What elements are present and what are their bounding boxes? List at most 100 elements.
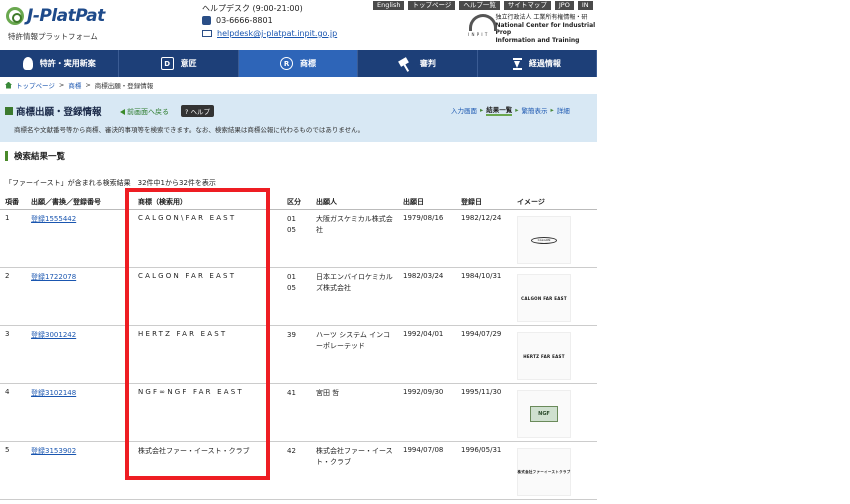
row-no: 1 bbox=[5, 214, 9, 222]
col-applicant: 出願人 bbox=[316, 197, 337, 207]
table-row: 1 登録1555442 CALGON\FAR EAST 01 05 大阪ガスケミ… bbox=[0, 210, 597, 268]
row-registered-date: 1996/05/31 bbox=[461, 446, 501, 454]
row-class: 01 05 bbox=[287, 214, 296, 236]
table-row: 2 登録1722078 CALGON FAR EAST 01 05 日本エンバイ… bbox=[0, 268, 597, 326]
ngf-logo-thumb: NGF bbox=[530, 406, 558, 422]
row-no: 3 bbox=[5, 330, 9, 338]
back-link[interactable]: 前画面へ戻る bbox=[120, 107, 169, 117]
top-link-english[interactable]: English bbox=[373, 1, 404, 10]
nav-design-label: 意匠 bbox=[181, 58, 197, 69]
table-row: 5 登録3153902 株式会社ファー・イースト・クラブ 42 株式会社ファー・… bbox=[0, 442, 597, 500]
helpdesk-label: ヘルプデスク (9:00-21:00) bbox=[202, 3, 303, 14]
row-registered-date: 1984/10/31 bbox=[461, 272, 501, 280]
step-arrow-icon: ▸ bbox=[480, 106, 483, 114]
row-class: 01 05 bbox=[287, 272, 296, 294]
row-filed-date: 1979/08/16 bbox=[403, 214, 443, 222]
logo-subtitle: 特許情報プラットフォーム bbox=[8, 31, 98, 42]
trademark-image[interactable]: CALGON FAR EAST bbox=[517, 274, 571, 322]
table-row: 4 登録3102148 NGF∞NGF FAR EAST 41 宮田 哲 199… bbox=[0, 384, 597, 442]
nav-trademark-label: 商標 bbox=[300, 58, 316, 69]
inpit-logo[interactable]: 独立行政法人 工業所有権情報・研 National Center for Ind… bbox=[468, 14, 597, 44]
breadcrumb-sep-icon: > bbox=[59, 81, 64, 89]
image-text-thumb: HERTZ FAR EAST bbox=[523, 354, 564, 359]
row-class: 42 bbox=[287, 446, 296, 457]
logo-mark-icon bbox=[6, 7, 24, 25]
back-link-label: 前画面へ戻る bbox=[127, 107, 169, 117]
row-number-link[interactable]: 登録3102148 bbox=[31, 388, 76, 398]
title-square-icon bbox=[5, 107, 13, 115]
mail-icon bbox=[202, 30, 212, 37]
nav-patent[interactable]: 特許・実用新案 bbox=[0, 50, 119, 77]
nav-appeal[interactable]: 審判 bbox=[358, 50, 477, 77]
step-detail[interactable]: 詳細 bbox=[557, 105, 570, 115]
logo-text: J-PlatPat bbox=[27, 6, 105, 26]
top-link-jpo[interactable]: JPO bbox=[555, 1, 574, 10]
nav-appeal-label: 審判 bbox=[420, 58, 436, 69]
phone-icon bbox=[202, 16, 211, 25]
row-no: 4 bbox=[5, 388, 9, 396]
nav-patent-label: 特許・実用新案 bbox=[40, 58, 96, 69]
row-filed-date: 1982/03/24 bbox=[403, 272, 443, 280]
row-filed-date: 1992/04/01 bbox=[403, 330, 443, 338]
page-description: 商標名や文献番号等から商標、審決的事項等を検索できます。なお、検索結果は商標公報… bbox=[14, 124, 364, 134]
nav-progress[interactable]: 経過情報 bbox=[478, 50, 597, 77]
result-count: 「ファーイースト」が含まれる検索結果 32件中1から32件を表示 bbox=[5, 178, 216, 188]
row-number-link[interactable]: 登録3153902 bbox=[31, 446, 76, 456]
trademark-column-highlight bbox=[125, 188, 270, 480]
row-number-link[interactable]: 登録1722078 bbox=[31, 272, 76, 282]
top-link-inpit[interactable]: IN bbox=[578, 1, 593, 10]
site-header: J-PlatPat 特許情報プラットフォーム ヘルプデスク (9:00-21:0… bbox=[0, 0, 597, 50]
breadcrumb-trademark[interactable]: 商標 bbox=[68, 80, 81, 90]
page-title: 商標出願・登録情報 bbox=[5, 104, 102, 118]
table-header: 項番 出願／書換／登録番号 商標（検索用） 区分 出願人 出願日 登録日 イメー… bbox=[0, 194, 597, 210]
main-nav: 特許・実用新案 D 意匠 R 商標 審判 経過情報 bbox=[0, 50, 597, 77]
top-link-home[interactable]: トップページ bbox=[408, 1, 455, 10]
top-link-help[interactable]: ヘルプ一覧 bbox=[459, 1, 500, 10]
trademark-image[interactable]: CALGON bbox=[517, 216, 571, 264]
helpdesk-phone: 03-6666-8801 bbox=[202, 16, 273, 25]
row-applicant: 日本エンバイロケミカルズ株式会社 bbox=[316, 272, 396, 294]
step-results: 結果一覧 bbox=[486, 104, 512, 116]
step-indicator: 入力画面 ▸ 結果一覧 ▸ 繁簡表示 ▸ 詳細 bbox=[451, 104, 570, 116]
section-header: 検索結果一覧 bbox=[5, 150, 65, 162]
step-summary[interactable]: 繁簡表示 bbox=[522, 105, 548, 115]
breadcrumb: トップページ > 商標 > 商標出願・登録情報 bbox=[5, 80, 153, 90]
nav-design[interactable]: D 意匠 bbox=[119, 50, 238, 77]
email-link[interactable]: helpdesk@j-platpat.inpit.go.jp bbox=[217, 29, 337, 38]
help-button[interactable]: ? ヘルプ bbox=[181, 105, 214, 117]
design-icon: D bbox=[161, 57, 174, 70]
row-applicant: 宮田 哲 bbox=[316, 388, 396, 399]
breadcrumb-current: 商標出願・登録情報 bbox=[95, 80, 154, 90]
row-registered-date: 1982/12/24 bbox=[461, 214, 501, 222]
row-number-link[interactable]: 登録1555442 bbox=[31, 214, 76, 224]
section-title: 検索結果一覧 bbox=[14, 150, 65, 162]
phone-number: 03-6666-8801 bbox=[216, 16, 273, 25]
row-no: 2 bbox=[5, 272, 9, 280]
top-links: English トップページ ヘルプ一覧 サイトマップ JPO IN bbox=[373, 1, 593, 10]
table-row: 3 登録3001242 HERTZ FAR EAST 39 ハーツ システム イ… bbox=[0, 326, 597, 384]
trademark-image[interactable]: NGF bbox=[517, 390, 571, 438]
org-name-en-2: Information and Training bbox=[495, 37, 597, 45]
org-name-jp: 独立行政法人 工業所有権情報・研 bbox=[495, 14, 597, 22]
inpit-mark-icon bbox=[468, 14, 490, 40]
nav-trademark[interactable]: R 商標 bbox=[239, 50, 358, 77]
registered-icon: R bbox=[280, 57, 293, 70]
calgon-logo-thumb: CALGON bbox=[531, 237, 557, 244]
home-icon bbox=[5, 82, 12, 89]
col-filed: 出願日 bbox=[403, 197, 424, 207]
step-arrow-icon: ▸ bbox=[515, 106, 518, 114]
row-class: 39 bbox=[287, 330, 296, 341]
row-registered-date: 1995/11/30 bbox=[461, 388, 501, 396]
row-number-link[interactable]: 登録3001242 bbox=[31, 330, 76, 340]
top-link-sitemap[interactable]: サイトマップ bbox=[504, 1, 551, 10]
row-registered-date: 1994/07/29 bbox=[461, 330, 501, 338]
col-no: 項番 bbox=[5, 197, 19, 207]
col-class: 区分 bbox=[287, 197, 301, 207]
trademark-image[interactable]: 株式会社ファーイーストクラブ bbox=[517, 448, 571, 496]
org-name-en-1: National Center for Industrial Prop bbox=[495, 22, 597, 37]
breadcrumb-sep-icon: > bbox=[85, 81, 90, 89]
trademark-image[interactable]: HERTZ FAR EAST bbox=[517, 332, 571, 380]
breadcrumb-home[interactable]: トップページ bbox=[16, 80, 55, 90]
jplatpat-logo[interactable]: J-PlatPat bbox=[6, 6, 105, 26]
step-input[interactable]: 入力画面 bbox=[451, 105, 477, 115]
